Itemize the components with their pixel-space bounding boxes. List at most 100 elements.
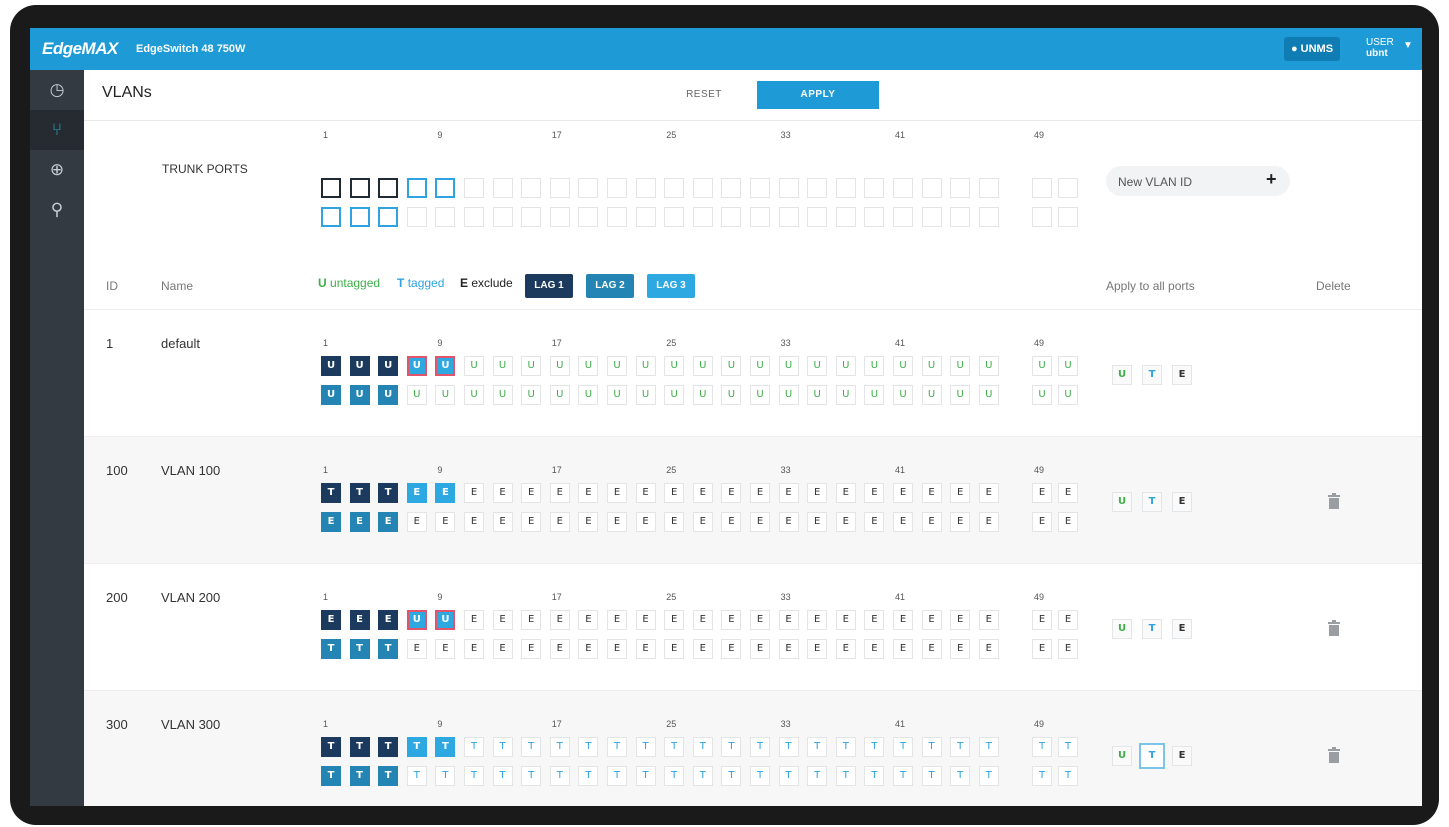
vlan-port-toggle[interactable]: E (321, 610, 341, 630)
vlan-port-toggle[interactable]: U (549, 356, 570, 376)
vlan-port-toggle[interactable]: U (978, 385, 999, 405)
sidebar-item-dashboard[interactable]: ◷ (30, 70, 84, 110)
vlan-port-toggle[interactable]: E (635, 483, 656, 503)
vlan-port-toggle[interactable]: T (1058, 737, 1078, 757)
trunk-port[interactable] (750, 207, 770, 227)
vlan-port-toggle[interactable]: E (349, 512, 370, 532)
vlan-port-toggle[interactable]: E (1032, 512, 1052, 532)
vlan-port-toggle[interactable]: U (864, 385, 885, 405)
trunk-port[interactable] (578, 178, 599, 198)
sidebar-item-tools[interactable]: ⚲ (30, 190, 84, 230)
vlan-port-toggle[interactable]: E (807, 512, 828, 532)
vlan-port-toggle[interactable]: E (549, 483, 570, 503)
vlan-port-toggle[interactable]: E (864, 610, 885, 630)
vlan-port-toggle[interactable]: U (321, 385, 341, 405)
trunk-port[interactable] (406, 178, 427, 198)
vlan-port-toggle[interactable]: T (835, 737, 856, 757)
vlan-port-toggle[interactable]: U (835, 385, 856, 405)
trunk-port[interactable] (492, 207, 513, 227)
vlan-port-toggle[interactable]: T (406, 737, 427, 757)
vlan-port-toggle[interactable]: E (1058, 512, 1078, 532)
vlan-port-toggle[interactable]: T (778, 737, 799, 757)
reset-button[interactable]: RESET (654, 81, 754, 109)
vlan-port-toggle[interactable]: U (1032, 385, 1052, 405)
vlan-port-toggle[interactable]: T (893, 737, 913, 757)
apply-all-e-button[interactable]: E (1172, 746, 1192, 766)
vlan-port-toggle[interactable]: E (578, 512, 599, 532)
trash-icon[interactable] (1328, 620, 1340, 636)
vlan-port-toggle[interactable]: E (921, 639, 942, 659)
trunk-port[interactable] (692, 178, 713, 198)
vlan-port-toggle[interactable]: U (664, 385, 685, 405)
vlan-port-toggle[interactable]: E (921, 610, 942, 630)
apply-all-e-button[interactable]: E (1172, 365, 1192, 385)
vlan-port-toggle[interactable]: U (807, 356, 828, 376)
vlan-port-toggle[interactable]: T (349, 766, 370, 786)
trunk-port[interactable] (692, 207, 713, 227)
trunk-port[interactable] (950, 178, 971, 198)
vlan-port-toggle[interactable]: E (750, 512, 770, 532)
vlan-port-toggle[interactable]: E (578, 639, 599, 659)
vlan-port-toggle[interactable]: E (893, 483, 913, 503)
vlan-port-toggle[interactable]: T (978, 737, 999, 757)
vlan-port-toggle[interactable]: U (893, 356, 913, 376)
vlan-port-toggle[interactable]: E (464, 483, 484, 503)
trunk-port[interactable] (1058, 207, 1078, 227)
trunk-port[interactable] (1058, 178, 1078, 198)
vlan-port-toggle[interactable]: T (492, 766, 513, 786)
vlan-port-toggle[interactable]: E (893, 512, 913, 532)
vlan-port-toggle[interactable]: T (406, 766, 427, 786)
vlan-port-toggle[interactable]: E (349, 610, 370, 630)
vlan-port-toggle[interactable]: T (378, 766, 399, 786)
trunk-port[interactable] (378, 207, 399, 227)
vlan-port-toggle[interactable]: E (750, 483, 770, 503)
apply-all-t-button[interactable]: T (1142, 619, 1162, 639)
vlan-port-toggle[interactable]: E (721, 483, 742, 503)
vlan-port-toggle[interactable]: U (406, 610, 427, 630)
vlan-port-toggle[interactable]: E (378, 610, 399, 630)
vlan-port-toggle[interactable]: E (664, 512, 685, 532)
vlan-port-toggle[interactable]: E (950, 483, 971, 503)
vlan-port-toggle[interactable]: T (464, 737, 484, 757)
vlan-port-toggle[interactable]: T (378, 639, 399, 659)
vlan-port-toggle[interactable]: E (921, 512, 942, 532)
vlan-port-toggle[interactable]: U (1032, 356, 1052, 376)
vlan-port-toggle[interactable]: E (464, 639, 484, 659)
vlan-port-toggle[interactable]: T (950, 766, 971, 786)
vlan-port-toggle[interactable]: E (835, 512, 856, 532)
vlan-port-toggle[interactable]: T (921, 766, 942, 786)
trunk-port[interactable] (721, 207, 742, 227)
apply-all-e-button[interactable]: E (1172, 492, 1192, 512)
vlan-port-toggle[interactable]: E (721, 512, 742, 532)
vlan-port-toggle[interactable]: U (893, 385, 913, 405)
vlan-port-toggle[interactable]: E (521, 483, 542, 503)
vlan-name[interactable]: VLAN 100 (161, 463, 220, 478)
vlan-port-toggle[interactable]: T (321, 639, 341, 659)
vlan-port-toggle[interactable]: E (1058, 483, 1078, 503)
user-menu[interactable]: USER ubnt (1366, 37, 1394, 59)
vlan-port-toggle[interactable]: E (607, 639, 627, 659)
vlan-port-toggle[interactable]: E (692, 483, 713, 503)
trunk-port[interactable] (1032, 207, 1052, 227)
vlan-port-toggle[interactable]: U (750, 385, 770, 405)
trunk-port[interactable] (778, 207, 799, 227)
vlan-port-toggle[interactable]: U (578, 356, 599, 376)
trunk-port[interactable] (807, 178, 828, 198)
trunk-port[interactable] (607, 178, 627, 198)
vlan-port-toggle[interactable]: U (835, 356, 856, 376)
vlan-port-toggle[interactable]: E (1058, 610, 1078, 630)
vlan-port-toggle[interactable]: U (721, 385, 742, 405)
vlan-port-toggle[interactable]: E (978, 483, 999, 503)
vlan-port-toggle[interactable]: U (464, 356, 484, 376)
vlan-port-toggle[interactable]: E (521, 639, 542, 659)
vlan-port-toggle[interactable]: U (978, 356, 999, 376)
vlan-port-toggle[interactable]: U (1058, 356, 1078, 376)
trunk-port[interactable] (635, 207, 656, 227)
vlan-port-toggle[interactable]: T (549, 737, 570, 757)
vlan-port-toggle[interactable]: T (664, 737, 685, 757)
vlan-port-toggle[interactable]: T (864, 737, 885, 757)
vlan-port-toggle[interactable]: T (1032, 766, 1052, 786)
trunk-port[interactable] (864, 207, 885, 227)
vlan-port-toggle[interactable]: E (893, 639, 913, 659)
trunk-port[interactable] (978, 178, 999, 198)
